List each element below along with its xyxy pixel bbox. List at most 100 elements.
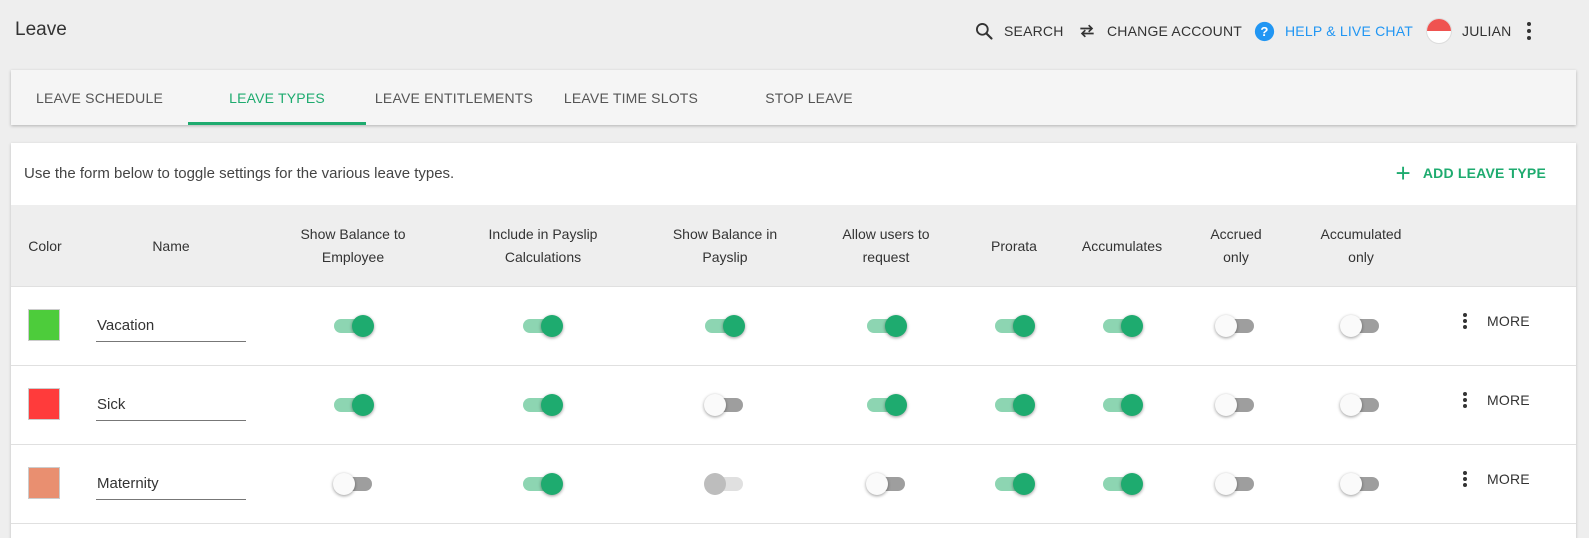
tab-leave-types[interactable]: LEAVE TYPES	[188, 70, 366, 125]
more-button[interactable]: MORE	[1463, 471, 1530, 487]
svg-text:?: ?	[1260, 23, 1268, 38]
table-row: Maternity MORE	[11, 445, 1576, 524]
change-account-button[interactable]: CHANGE ACCOUNT	[1077, 20, 1242, 42]
add-leave-type-label: ADD LEAVE TYPE	[1422, 165, 1546, 181]
cell-show-balance-employee	[324, 366, 384, 444]
header-accrued-only: Accrued only	[1210, 226, 1262, 265]
allow-request-toggle[interactable]	[866, 392, 908, 418]
more-label: MORE	[1487, 471, 1530, 487]
accumulates-toggle[interactable]	[1102, 471, 1144, 497]
change-account-label: CHANGE ACCOUNT	[1107, 23, 1243, 39]
accumulated-only-toggle[interactable]	[1340, 471, 1382, 497]
prorata-toggle[interactable]	[994, 392, 1036, 418]
cell-show-balance-employee	[324, 445, 384, 523]
cell-prorata	[985, 366, 1045, 444]
header-show-balance-payslip: Show Balance in Payslip	[672, 226, 778, 265]
tab-label: LEAVE ENTITLEMENTS	[374, 89, 534, 106]
leave-name-field[interactable]: Maternity	[96, 471, 246, 500]
allow-request-toggle[interactable]	[866, 471, 908, 497]
table-row: Vacation MORE	[11, 287, 1576, 366]
accrued-only-toggle[interactable]	[1215, 313, 1257, 339]
accrued-only-toggle[interactable]	[1215, 392, 1257, 418]
avatar	[1426, 18, 1452, 44]
top-bar: Leave SEARCH CHANGE ACCOUNT ? HELP & LIV…	[0, 0, 1589, 62]
tab-leave-time-slots[interactable]: LEAVE TIME SLOTS	[542, 70, 720, 125]
tab-label: STOP LEAVE	[765, 89, 853, 106]
cell-show-balance-payslip	[695, 445, 755, 523]
header-allow-request: Allow users to request	[842, 226, 930, 265]
cell-accumulated-only	[1331, 445, 1391, 523]
cell-accumulated-only	[1331, 366, 1391, 444]
prorata-toggle[interactable]	[994, 313, 1036, 339]
show-balance-employee-toggle[interactable]	[333, 471, 375, 497]
cell-allow-request	[857, 445, 917, 523]
accumulated-only-toggle[interactable]	[1340, 392, 1382, 418]
color-swatch[interactable]	[28, 388, 60, 420]
header-accumulated-only: Accumulated only	[1320, 226, 1402, 265]
cell-prorata	[985, 287, 1045, 365]
show-balance-payslip-toggle	[704, 471, 746, 497]
cell-include-payslip	[513, 287, 573, 365]
more-vert-icon	[1463, 471, 1467, 487]
help-label: HELP & LIVE CHAT	[1285, 23, 1413, 39]
cell-accrued-only	[1206, 366, 1266, 444]
include-payslip-toggle[interactable]	[522, 313, 564, 339]
plus-icon: +	[1395, 158, 1411, 188]
accumulated-only-toggle[interactable]	[1340, 313, 1382, 339]
header-accumulates: Accumulates	[1081, 237, 1163, 254]
cell-show-balance-payslip	[695, 287, 755, 365]
user-name: JULIAN	[1462, 23, 1512, 39]
include-payslip-toggle[interactable]	[522, 392, 564, 418]
tab-label: LEAVE TIME SLOTS	[563, 89, 699, 106]
show-balance-employee-toggle[interactable]	[333, 313, 375, 339]
color-swatch[interactable]	[28, 467, 60, 499]
search-label: SEARCH	[1004, 23, 1064, 39]
table-header: Color Name Show Balance to Employee Inclu…	[11, 205, 1576, 287]
search-button[interactable]: SEARCH	[974, 20, 1064, 42]
tab-label: LEAVE TYPES	[229, 89, 325, 106]
more-button[interactable]: MORE	[1463, 313, 1530, 329]
cell-accumulates	[1093, 366, 1153, 444]
show-balance-payslip-toggle[interactable]	[704, 313, 746, 339]
swap-icon	[1080, 24, 1094, 38]
cell-accrued-only	[1206, 287, 1266, 365]
prorata-toggle[interactable]	[994, 471, 1036, 497]
table-row: Sick MORE	[11, 366, 1576, 445]
more-label: MORE	[1487, 392, 1530, 408]
leave-name-field[interactable]: Sick	[96, 392, 246, 421]
leave-name-field[interactable]: Vacation	[96, 313, 246, 342]
header-show-balance-employee: Show Balance to Employee	[300, 226, 406, 265]
show-balance-employee-toggle[interactable]	[333, 392, 375, 418]
accumulates-toggle[interactable]	[1102, 392, 1144, 418]
include-payslip-toggle[interactable]	[522, 471, 564, 497]
more-vert-icon	[1463, 392, 1467, 408]
user-menu[interactable]: JULIAN	[1426, 18, 1511, 44]
more-vert-icon	[1463, 313, 1467, 329]
leave-types-card: Use the form below to toggle settings fo…	[11, 143, 1576, 538]
overflow-menu-icon[interactable]	[1526, 22, 1532, 40]
more-button[interactable]: MORE	[1463, 392, 1530, 408]
tab-leave-schedule[interactable]: LEAVE SCHEDULE	[11, 70, 188, 125]
header-prorata: Prorata	[991, 237, 1037, 254]
help-live-chat-button[interactable]: ? HELP & LIVE CHAT	[1254, 20, 1413, 42]
cell-accumulates	[1093, 287, 1153, 365]
intro-text: Use the form below to toggle settings fo…	[24, 165, 455, 182]
cell-show-balance-payslip	[695, 366, 755, 444]
accumulates-toggle[interactable]	[1102, 313, 1144, 339]
cell-accumulated-only	[1331, 287, 1391, 365]
allow-request-toggle[interactable]	[866, 313, 908, 339]
show-balance-payslip-toggle[interactable]	[704, 392, 746, 418]
header-include-payslip: Include in Payslip Calculations	[488, 226, 598, 265]
search-icon	[976, 23, 993, 40]
tab-stop-leave[interactable]: STOP LEAVE	[720, 70, 898, 125]
color-swatch[interactable]	[28, 309, 60, 341]
add-leave-type-button[interactable]: + ADD LEAVE TYPE	[1395, 158, 1546, 188]
header-name: Name	[152, 237, 190, 254]
app-title: Leave	[15, 19, 67, 40]
tab-leave-entitlements[interactable]: LEAVE ENTITLEMENTS	[366, 70, 542, 125]
help-icon: ?	[1254, 21, 1275, 41]
cell-prorata	[985, 445, 1045, 523]
cell-allow-request	[857, 366, 917, 444]
tab-bar: LEAVE SCHEDULE LEAVE TYPES LEAVE ENTITLE…	[11, 70, 1576, 125]
accrued-only-toggle[interactable]	[1215, 471, 1257, 497]
